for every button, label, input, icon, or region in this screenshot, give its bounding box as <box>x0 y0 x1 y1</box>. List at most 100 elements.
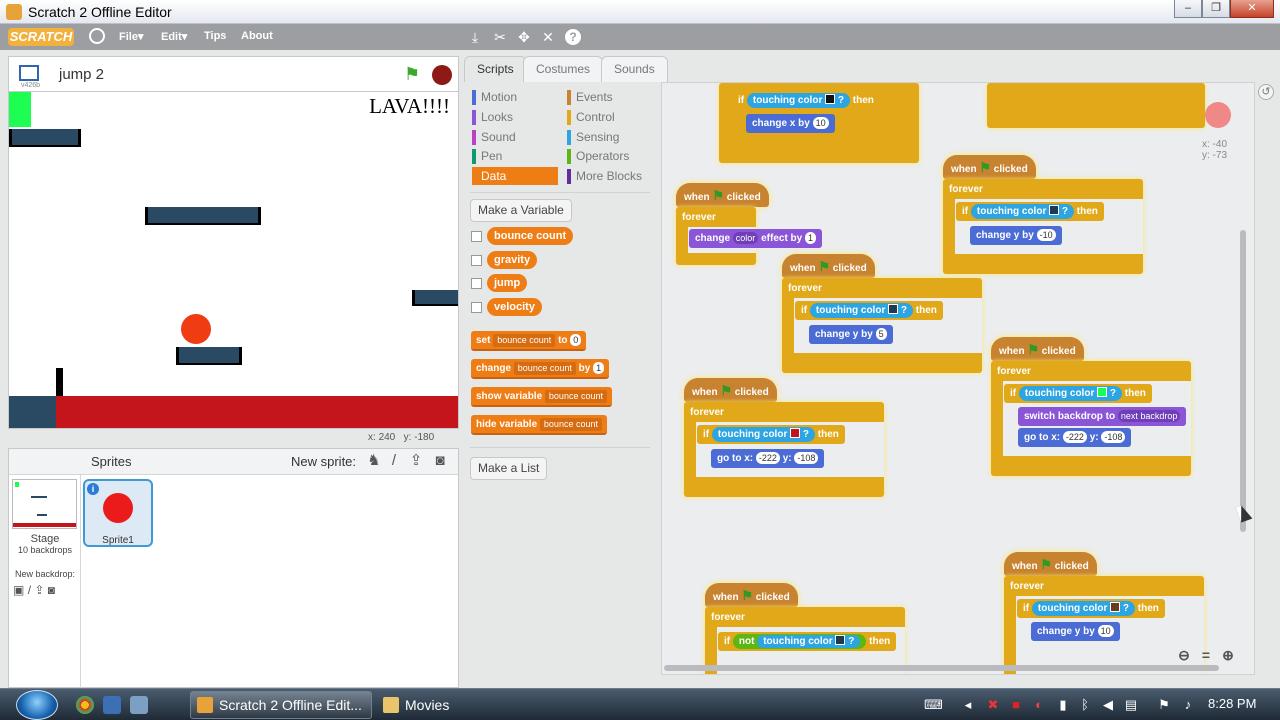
when-flag-clicked-hat[interactable]: when ⚑ clicked <box>782 254 875 278</box>
grow-icon[interactable]: ✥ <box>516 29 532 45</box>
when-flag-clicked-hat[interactable]: when ⚑ clicked <box>676 183 769 207</box>
if-block[interactable]: if touching color ? then <box>1017 599 1165 618</box>
when-flag-clicked-hat[interactable]: when ⚑ clicked <box>684 378 777 402</box>
scratch-logo[interactable]: SCRATCH <box>8 28 74 46</box>
undo-icon[interactable]: ↺ <box>1258 84 1274 100</box>
ball-sprite[interactable] <box>181 314 211 344</box>
keyboard-icon[interactable]: ⌨ <box>924 697 943 713</box>
menu-about[interactable]: About <box>241 30 273 42</box>
stop-icon[interactable] <box>432 65 452 85</box>
stage-thumbnail[interactable] <box>12 479 77 529</box>
make-list-button[interactable]: Make a List <box>470 457 548 480</box>
stage-canvas[interactable]: LAVA!!!! <box>8 91 459 429</box>
go-to-xy-block[interactable]: go to x: -222 y: -108 <box>711 449 825 468</box>
if-block[interactable]: if touching color ? then <box>732 91 880 110</box>
project-title[interactable]: jump 2 <box>59 66 104 83</box>
change-y-block[interactable]: change y by 10 <box>1031 622 1120 641</box>
set-variable-block[interactable]: set bounce count to 0 <box>471 331 587 351</box>
duplicate-icon[interactable]: ⤓ <box>467 29 483 45</box>
desktop-icon[interactable] <box>103 696 121 714</box>
taskbar-movies-button[interactable]: Movies <box>376 691 558 719</box>
when-flag-clicked-hat[interactable]: when ⚑ clicked <box>705 583 798 607</box>
variable-reporter[interactable]: gravity <box>487 251 538 269</box>
bluetooth-icon[interactable]: ᛒ <box>1077 697 1093 713</box>
green-flag-icon[interactable]: ⚑ <box>404 65 424 83</box>
variable-checkbox[interactable] <box>471 231 482 242</box>
zoom-out-icon[interactable]: ⊖ <box>1176 647 1192 663</box>
if-block[interactable]: if touching color ? then <box>697 425 845 444</box>
help-icon[interactable]: ? <box>565 29 581 45</box>
action-center-icon[interactable]: ⚑ <box>1156 697 1172 713</box>
camera-icon[interactable]: ◙ <box>431 452 449 470</box>
variable-checkbox[interactable] <box>471 278 482 289</box>
backdrop-upload-icon[interactable]: ⇪ <box>34 583 44 597</box>
delete-icon[interactable]: ✂ <box>492 29 508 45</box>
category-data[interactable]: Data <box>472 167 558 185</box>
antivirus-icon[interactable]: ✖ <box>985 697 1001 713</box>
signal-icon[interactable]: ▮ <box>1055 697 1071 713</box>
category-control[interactable]: Control <box>567 108 615 126</box>
variable-checkbox[interactable] <box>471 302 482 313</box>
show-variable-block[interactable]: show variable bounce count <box>471 387 612 407</box>
variable-checkbox[interactable] <box>471 255 482 266</box>
category-motion[interactable]: Motion <box>472 88 517 106</box>
tab-costumes[interactable]: Costumes <box>523 56 604 82</box>
close-button[interactable]: ✕ <box>1230 0 1274 18</box>
tab-scripts[interactable]: Scripts <box>464 56 527 83</box>
change-y-block[interactable]: change y by 5 <box>809 325 893 344</box>
if-block[interactable]: if touching color ? then <box>1004 384 1152 403</box>
shrink-icon[interactable]: ✕ <box>540 29 556 45</box>
horizontal-scrollbar[interactable] <box>664 665 1219 671</box>
category-sound[interactable]: Sound <box>472 128 516 146</box>
sprite-library-icon[interactable]: ♞ <box>365 452 383 470</box>
category-more-blocks[interactable]: More Blocks <box>567 167 642 185</box>
sprite-thumbnail[interactable]: i Sprite1 <box>83 479 153 547</box>
backdrop-camera-icon[interactable]: ◙ <box>48 583 55 597</box>
vertical-scrollbar[interactable] <box>1240 230 1246 532</box>
backdrop-paint-icon[interactable]: / <box>28 583 31 597</box>
category-sensing[interactable]: Sensing <box>567 128 619 146</box>
when-flag-clicked-hat[interactable]: when ⚑ clicked <box>943 155 1036 179</box>
if-block[interactable]: if touching color ? then <box>795 301 943 320</box>
when-flag-clicked-hat[interactable]: when ⚑ clicked <box>1004 552 1097 576</box>
hide-variable-block[interactable]: hide variable bounce count <box>471 415 607 435</box>
app-tray-icon[interactable]: ◐ <box>1031 697 1047 713</box>
category-events[interactable]: Events <box>567 88 613 106</box>
presentation-mode-icon[interactable] <box>19 65 39 81</box>
if-block[interactable]: if touching color ? then <box>956 202 1104 221</box>
menu-file[interactable]: File▾ <box>119 30 143 43</box>
variable-reporter[interactable]: jump <box>487 274 528 292</box>
variable-reporter[interactable]: bounce count <box>487 227 574 245</box>
menu-tips[interactable]: Tips <box>204 30 226 42</box>
script-fragment[interactable] <box>987 83 1205 128</box>
script-area[interactable]: if touching color ? then change x by 10 … <box>661 82 1255 675</box>
category-looks[interactable]: Looks <box>472 108 513 126</box>
tab-sounds[interactable]: Sounds <box>601 56 668 82</box>
if-block[interactable]: if not touching color ? then <box>718 632 897 651</box>
upload-icon[interactable]: ⇪ <box>407 452 425 470</box>
backdrop-library-icon[interactable]: ▣ <box>13 583 24 597</box>
switch-backdrop-block[interactable]: switch backdrop to next backdrop <box>1018 407 1187 426</box>
zoom-reset-icon[interactable]: = <box>1198 647 1214 663</box>
zoom-in-icon[interactable]: ⊕ <box>1220 647 1236 663</box>
maximize-button[interactable]: ❐ <box>1202 0 1230 18</box>
recording-icon[interactable]: ■ <box>1008 697 1024 713</box>
window-switcher-icon[interactable] <box>130 696 148 714</box>
menu-edit[interactable]: Edit▾ <box>161 30 187 43</box>
category-pen[interactable]: Pen <box>472 147 502 165</box>
variable-reporter[interactable]: velocity <box>487 298 542 316</box>
taskbar-clock[interactable]: 8:28 PM <box>1208 696 1256 711</box>
paint-brush-icon[interactable]: / <box>385 452 403 470</box>
change-y-block[interactable]: change y by -10 <box>970 226 1062 245</box>
go-to-xy-block[interactable]: go to x: -222 y: -108 <box>1018 428 1132 447</box>
change-x-block[interactable]: change x by 10 <box>746 114 835 133</box>
minimize-button[interactable]: – <box>1174 0 1202 18</box>
volume-icon[interactable]: ◀ <box>1100 697 1116 713</box>
network-icon[interactable]: ▤ <box>1123 697 1139 713</box>
show-hidden-icons[interactable]: ◂ <box>960 697 976 713</box>
taskbar-scratch-button[interactable]: Scratch 2 Offline Edit... <box>190 691 372 719</box>
when-flag-clicked-hat[interactable]: when ⚑ clicked <box>991 337 1084 361</box>
info-icon[interactable]: i <box>87 483 99 495</box>
chrome-icon[interactable] <box>76 696 94 714</box>
start-button-icon[interactable] <box>16 690 58 720</box>
